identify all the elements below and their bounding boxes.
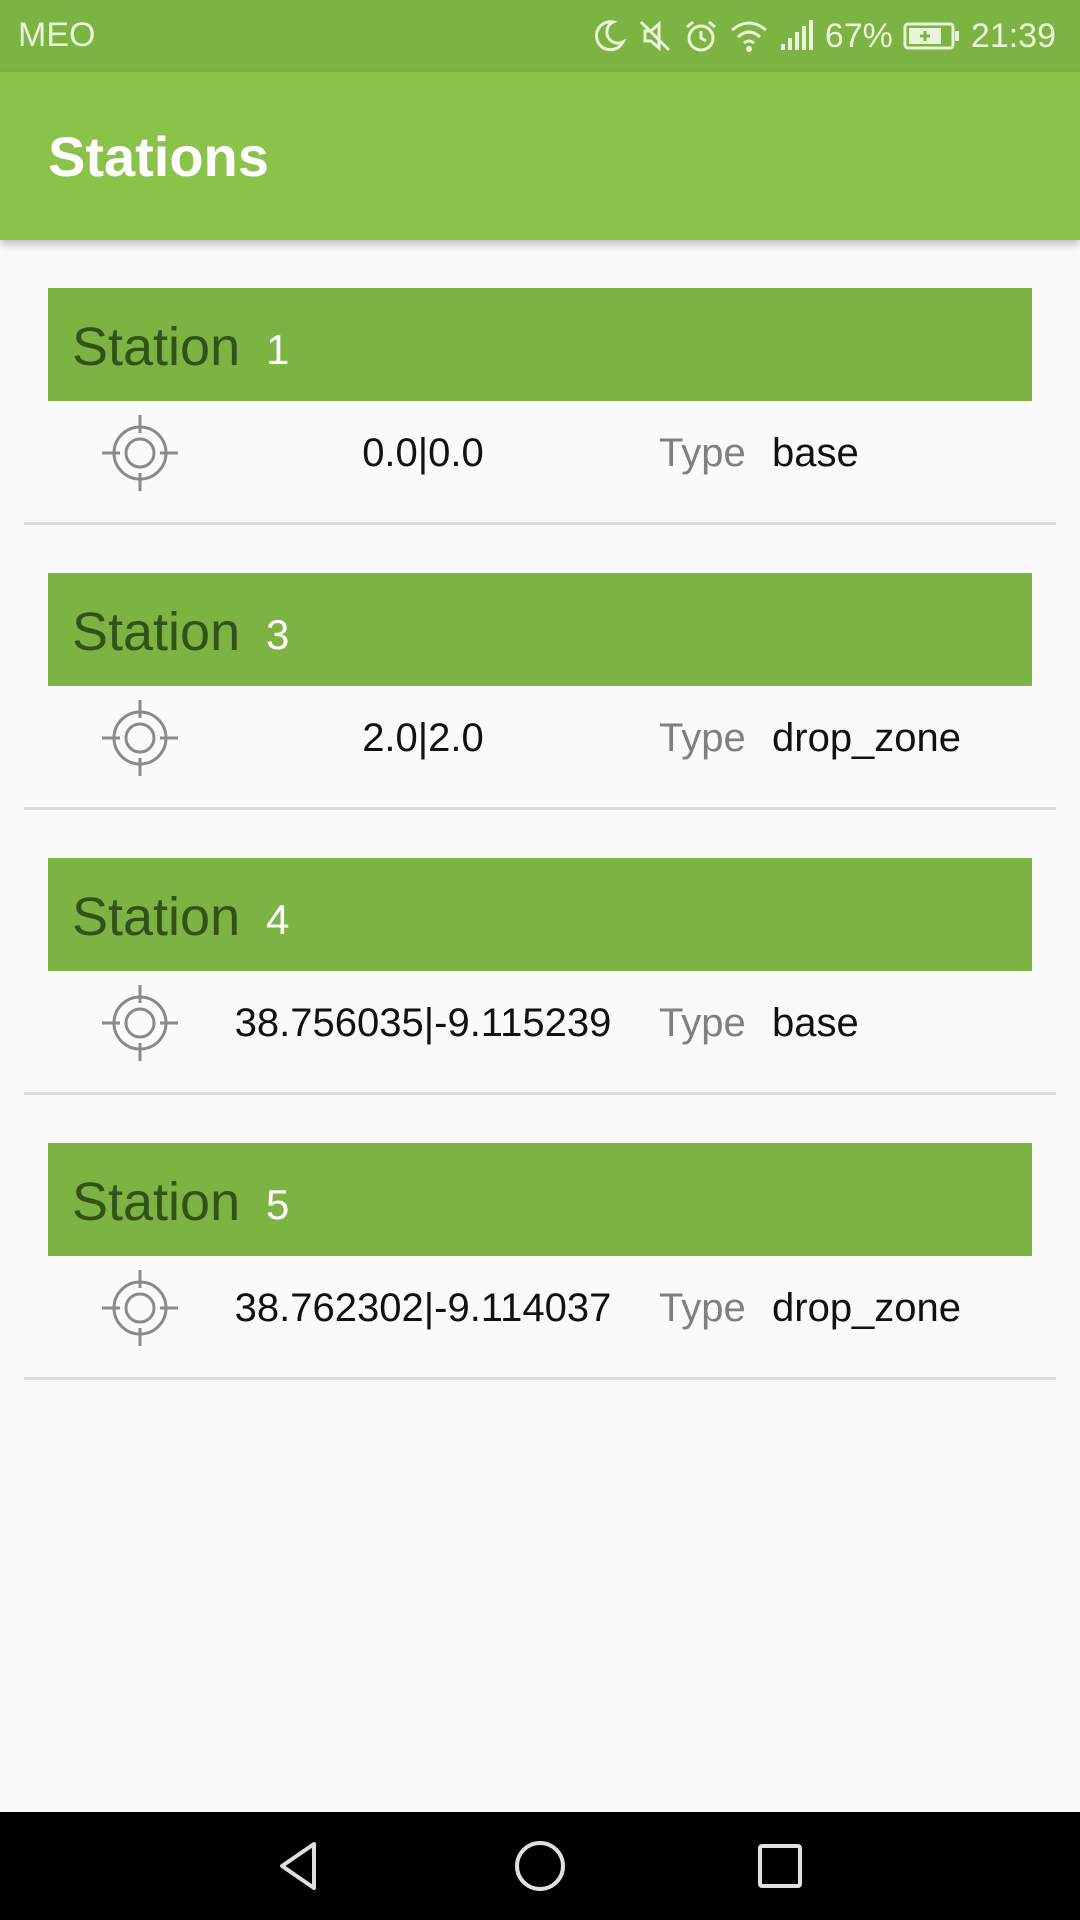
crosshair-target-icon (102, 985, 178, 1061)
station-header: Station 5 (48, 1143, 1032, 1256)
station-details: 2.0|2.0 Type drop_zone (0, 686, 1080, 788)
navigation-bar (0, 1812, 1080, 1920)
stations-screen: MEO 67% 21:39 Stations Station 1 0.0|0.0… (0, 0, 1080, 1920)
station-label: Station (72, 602, 241, 662)
station-card[interactable]: Station 3 2.0|2.0 Type drop_zone (0, 525, 1080, 810)
station-label: Station (72, 317, 241, 377)
station-card[interactable]: Station 1 0.0|0.0 Type base (0, 240, 1080, 525)
moon-icon (594, 20, 627, 52)
station-coordinates: 0.0|0.0 (362, 431, 484, 475)
type-label: Type (659, 716, 746, 760)
type-label: Type (659, 1286, 746, 1330)
station-type: drop_zone (772, 1286, 962, 1330)
clock: 21:39 (970, 16, 1056, 55)
type-label: Type (659, 1001, 746, 1045)
station-details: 0.0|0.0 Type base (0, 401, 1080, 503)
status-icons: 67% 21:39 (591, 12, 1056, 60)
alarm-icon (685, 20, 716, 52)
station-coordinates: 38.756035|-9.115239 (234, 1001, 612, 1045)
station-number: 1 (266, 326, 290, 373)
type-label: Type (659, 431, 746, 475)
signal-icon (780, 20, 813, 50)
status-bar: MEO 67% 21:39 (0, 0, 1080, 72)
recents-icon[interactable] (750, 1836, 810, 1896)
app-bar: Stations (0, 72, 1080, 240)
station-header: Station 1 (48, 288, 1032, 401)
crosshair-target-icon (102, 415, 178, 491)
station-card[interactable]: Station 4 38.756035|-9.115239 Type base (0, 810, 1080, 1095)
station-details: 38.756035|-9.115239 Type base (0, 971, 1080, 1073)
crosshair-target-icon (102, 1270, 178, 1346)
station-coordinates: 38.762302|-9.114037 (234, 1286, 612, 1330)
page-title: Stations (48, 125, 269, 188)
station-type: base (772, 1001, 859, 1045)
back-icon[interactable] (270, 1836, 330, 1896)
station-details: 38.762302|-9.114037 Type drop_zone (0, 1256, 1080, 1358)
mute-icon (639, 20, 670, 52)
crosshair-target-icon (102, 700, 178, 776)
station-number: 3 (266, 611, 290, 658)
station-card[interactable]: Station 5 38.762302|-9.114037 Type drop_… (0, 1095, 1080, 1380)
station-coordinates: 2.0|2.0 (362, 716, 484, 760)
station-label: Station (72, 887, 241, 947)
station-header: Station 4 (48, 858, 1032, 971)
battery-icon (903, 22, 959, 50)
carrier-name: MEO (18, 16, 96, 54)
wifi-icon (730, 21, 767, 52)
battery-percent: 67% (824, 16, 893, 55)
station-type: base (772, 431, 859, 475)
home-icon[interactable] (510, 1836, 570, 1896)
station-label: Station (72, 1172, 241, 1232)
divider (24, 1377, 1056, 1380)
station-number: 5 (266, 1181, 290, 1228)
station-header: Station 3 (48, 573, 1032, 686)
station-number: 4 (266, 896, 290, 943)
station-type: drop_zone (772, 716, 962, 760)
